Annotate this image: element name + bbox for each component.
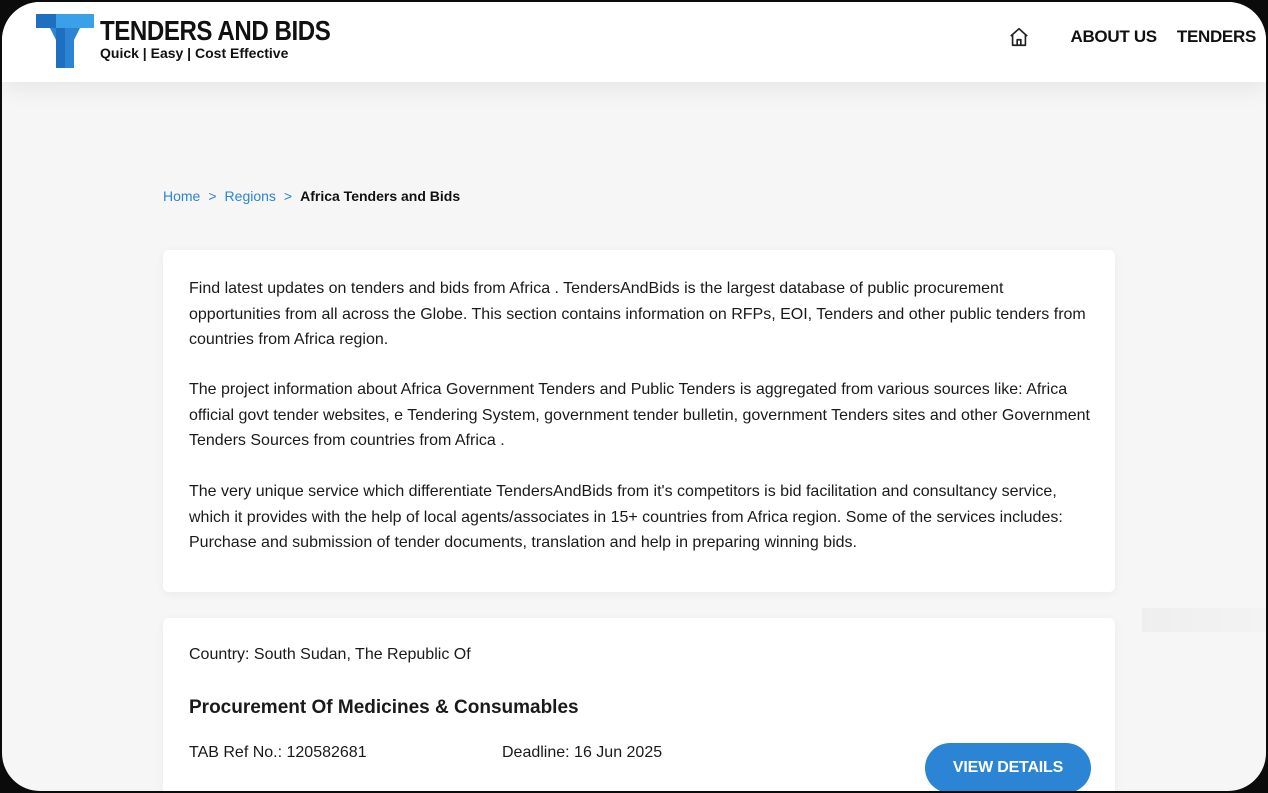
decorative-shadow xyxy=(1142,608,1266,632)
home-icon[interactable] xyxy=(1008,26,1030,48)
site-header: TENDERS AND BIDS Quick | Easy | Cost Eff… xyxy=(2,2,1266,82)
nav-about-us[interactable]: ABOUT US xyxy=(1070,27,1157,47)
view-details-button[interactable]: VIEW DETAILS xyxy=(925,743,1091,791)
site-logo[interactable]: TENDERS AND BIDS Quick | Easy | Cost Eff… xyxy=(36,12,368,68)
intro-card: Find latest updates on tenders and bids … xyxy=(163,250,1115,592)
browser-viewport: TENDERS AND BIDS Quick | Easy | Cost Eff… xyxy=(2,2,1266,791)
breadcrumb-home[interactable]: Home xyxy=(163,188,200,204)
main-nav: ABOUT US TENDERS xyxy=(1008,26,1256,48)
tender-deadline: Deadline: 16 Jun 2025 xyxy=(502,744,663,761)
breadcrumb-separator: > xyxy=(208,188,217,204)
breadcrumb-separator: > xyxy=(283,188,293,204)
tender-card: Country: South Sudan, The Republic Of Pr… xyxy=(163,618,1115,791)
intro-paragraph: The very unique service which differenti… xyxy=(189,483,1063,551)
tender-country: Country: South Sudan, The Republic Of xyxy=(189,646,471,663)
tender-ref-number: TAB Ref No.: 120582681 xyxy=(189,744,367,761)
logo-text: TENDERS AND BIDS Quick | Easy | Cost Eff… xyxy=(100,15,368,62)
brand-tagline: Quick | Easy | Cost Effective xyxy=(100,45,289,61)
breadcrumb: Home > Regions > Africa Tenders and Bids xyxy=(163,188,460,204)
breadcrumb-current: Africa Tenders and Bids xyxy=(300,188,461,204)
breadcrumb-regions[interactable]: Regions xyxy=(225,188,276,204)
intro-paragraph: The project information about Africa Gov… xyxy=(189,381,1090,449)
brand-name: TENDERS AND BIDS xyxy=(100,15,331,46)
intro-paragraph: Find latest updates on tenders and bids … xyxy=(189,280,1086,348)
nav-tenders[interactable]: TENDERS xyxy=(1177,27,1256,47)
tender-title[interactable]: Procurement Of Medicines & Consumables xyxy=(189,697,579,719)
logo-t-icon xyxy=(36,14,94,68)
